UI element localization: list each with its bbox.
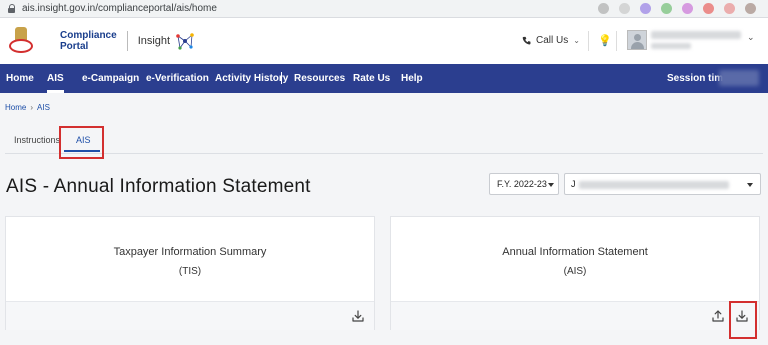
header-divider <box>126 31 128 51</box>
pan-name-redacted <box>579 181 729 189</box>
financial-year-select[interactable]: F.Y. 2022-23 <box>489 173 559 195</box>
pan-select[interactable]: J <box>564 173 761 195</box>
phone-icon <box>522 36 531 45</box>
tis-card-footer <box>6 302 374 330</box>
extension-icon[interactable] <box>661 3 672 14</box>
insight-label: Insight <box>137 35 171 47</box>
ais-card-title: Annual Information Statement <box>502 246 648 258</box>
session-time-value-redacted <box>719 70 759 86</box>
nav-item-resources[interactable]: Resources <box>294 73 345 84</box>
nav-item-home[interactable]: Home <box>6 73 34 84</box>
portal-name-line2: Portal <box>60 41 89 52</box>
caret-down-icon <box>548 183 554 187</box>
nav-item-e-campaign[interactable]: e-Campaign <box>82 73 139 84</box>
upload-icon[interactable] <box>711 309 725 323</box>
breadcrumb-home[interactable]: Home <box>5 103 26 112</box>
browser-address-bar[interactable]: ais.insight.gov.in/complianceportal/ais/… <box>0 0 768 18</box>
pan-select-value: J <box>571 179 576 189</box>
extension-icon[interactable] <box>703 3 714 14</box>
nav-item-help[interactable]: Help <box>401 73 423 84</box>
extension-icon[interactable] <box>682 3 693 14</box>
caret-down-icon <box>747 183 753 187</box>
share-icon[interactable] <box>598 3 609 14</box>
tis-card-body[interactable]: Taxpayer Information Summary (TIS) <box>6 217 374 302</box>
breadcrumb-current: AIS <box>37 103 50 112</box>
tis-card-title: Taxpayer Information Summary <box>113 246 267 258</box>
extension-icon[interactable] <box>724 3 735 14</box>
call-us-dropdown[interactable]: Call Us ⌄ <box>522 35 580 46</box>
tab-instructions[interactable]: Instructions <box>14 135 60 145</box>
extension-icon[interactable] <box>619 3 630 14</box>
user-id-redacted <box>651 43 691 49</box>
call-us-label: Call Us <box>536 35 569 46</box>
insight-network-icon <box>176 33 194 50</box>
url-text[interactable]: ais.insight.gov.in/complianceportal/ais/… <box>22 3 217 14</box>
main-nav: Home AIS e-Campaign e-Verification Activ… <box>0 64 768 93</box>
user-name-redacted <box>651 31 741 39</box>
avatar[interactable] <box>627 30 647 50</box>
chevron-right-icon: › <box>30 103 34 112</box>
chevron-down-icon[interactable]: ⌄ <box>747 32 755 43</box>
lock-icon <box>8 4 16 13</box>
ais-card: Annual Information Statement (AIS) <box>390 216 760 330</box>
nav-item-ais[interactable]: AIS <box>47 73 64 93</box>
income-tax-emblem-logo[interactable] <box>8 27 34 55</box>
page-title: AIS - Annual Information Statement <box>6 176 311 197</box>
nav-item-rate-us[interactable]: Rate Us <box>353 73 390 84</box>
highlight-box <box>59 126 104 159</box>
tis-card-subtitle: (TIS) <box>178 266 202 277</box>
tabs-divider <box>5 153 763 154</box>
browser-extensions <box>598 3 756 14</box>
portal-name: Compliance Portal <box>60 30 117 52</box>
ais-card-body[interactable]: Annual Information Statement (AIS) <box>391 217 759 302</box>
header-divider <box>616 31 617 51</box>
financial-year-value: F.Y. 2022-23 <box>497 179 547 189</box>
nav-divider <box>281 72 282 84</box>
nav-item-activity-history[interactable]: Activity History <box>215 73 288 84</box>
ais-card-subtitle: (AIS) <box>563 266 587 277</box>
site-header: Compliance Portal Insight Call Us ⌄ 💡 ⌄ <box>0 18 768 64</box>
download-icon[interactable] <box>351 309 365 323</box>
lightbulb-icon[interactable]: 💡 <box>598 34 612 47</box>
breadcrumb: Home › AIS <box>5 103 50 112</box>
tis-card: Taxpayer Information Summary (TIS) <box>5 216 375 330</box>
portal-name-line1: Compliance <box>60 30 117 41</box>
extension-icon[interactable] <box>745 3 756 14</box>
chevron-down-icon: ⌄ <box>573 36 580 45</box>
header-divider <box>588 31 589 51</box>
ais-card-footer <box>391 302 759 330</box>
extension-icon[interactable] <box>640 3 651 14</box>
highlight-box <box>729 301 757 339</box>
nav-item-e-verification[interactable]: e-Verification <box>146 73 209 84</box>
